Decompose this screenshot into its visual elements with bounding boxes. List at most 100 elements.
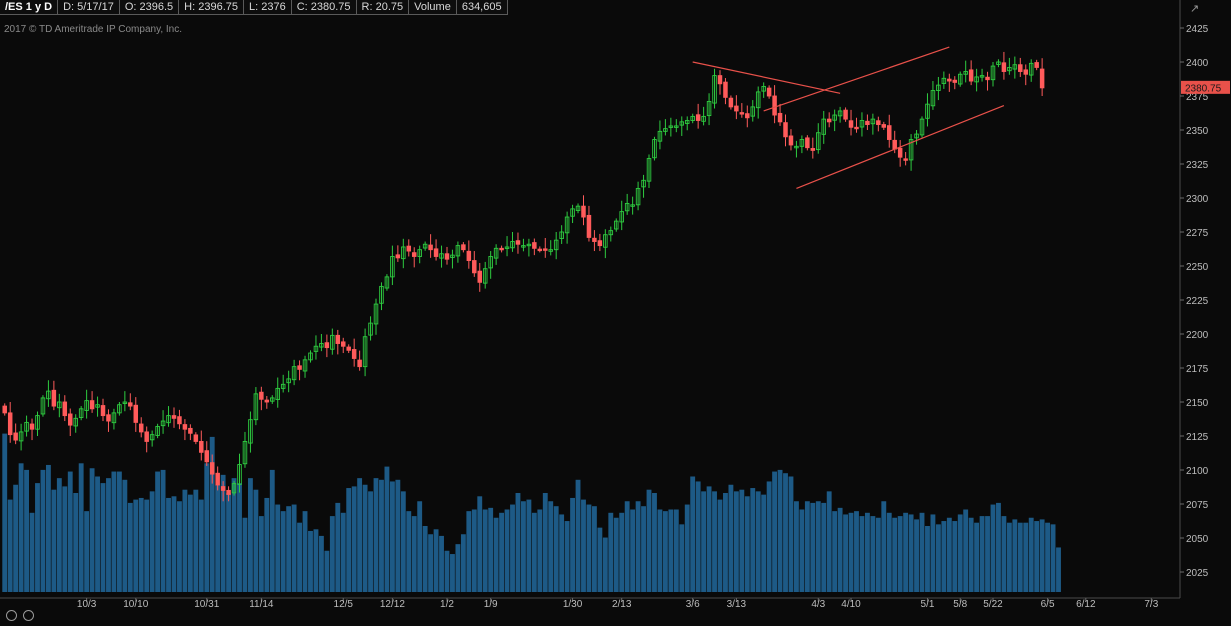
volume-bar <box>106 478 111 592</box>
candle <box>887 114 892 148</box>
candle <box>903 152 908 166</box>
candle <box>559 225 564 244</box>
candle <box>341 337 346 354</box>
candle <box>919 116 925 138</box>
candle <box>859 112 865 137</box>
volume-bar <box>384 466 390 592</box>
candle <box>728 95 734 110</box>
candle-body <box>515 240 521 245</box>
candle <box>816 123 821 154</box>
volume-bar <box>744 496 750 592</box>
candle-body <box>204 450 209 463</box>
candle <box>761 82 766 98</box>
candle <box>515 232 521 254</box>
volume-bar <box>963 509 969 592</box>
volume-bar <box>149 491 155 592</box>
candle <box>89 391 95 413</box>
volume-bar <box>13 484 19 592</box>
candle <box>968 60 974 86</box>
candle-body <box>13 432 18 441</box>
candle-body <box>810 148 816 151</box>
volume-bar <box>111 471 117 592</box>
volume-bar <box>89 468 95 592</box>
volume-bar <box>739 489 745 592</box>
candle <box>543 237 548 258</box>
candle-body <box>128 402 133 407</box>
candle <box>302 355 308 378</box>
candle <box>384 274 390 291</box>
candle <box>493 244 499 265</box>
volume-bar <box>1012 519 1018 592</box>
candle-body <box>428 244 433 251</box>
volume-bar <box>1056 547 1061 592</box>
candle <box>914 130 919 145</box>
candle-body <box>341 341 346 347</box>
candle <box>870 113 876 135</box>
volume-bar <box>761 494 767 592</box>
candle <box>745 105 750 128</box>
volume-bar <box>733 491 739 592</box>
candle <box>117 402 122 416</box>
candle <box>739 103 745 118</box>
volume-bar <box>908 514 914 592</box>
candle <box>242 431 248 468</box>
candle-body <box>346 346 351 351</box>
candle-body <box>411 252 417 257</box>
candle <box>182 419 188 441</box>
candle <box>843 107 848 122</box>
volume-bar <box>177 501 182 592</box>
volume-bar <box>433 529 439 592</box>
price-tick-label: 2425 <box>1186 24 1209 35</box>
candle-body <box>133 404 139 423</box>
candle <box>646 154 652 188</box>
candle-body <box>193 434 199 442</box>
candle-body <box>717 75 723 85</box>
candle-body <box>100 405 106 417</box>
price-tick-label: 2225 <box>1186 296 1209 307</box>
volume-bar <box>728 484 734 592</box>
volume-bar <box>133 499 139 592</box>
volume-bar <box>652 493 657 592</box>
price-tick-label: 2250 <box>1186 262 1209 273</box>
volume-bar <box>1028 517 1034 592</box>
candle <box>592 230 597 252</box>
volume-bar <box>657 509 663 592</box>
price-chart[interactable]: 2025 2050 2075 2100 2125 2150 2175 2200 2225 2250… <box>0 0 1231 616</box>
candle <box>439 245 444 268</box>
candle-body <box>264 399 270 403</box>
volume-bar <box>553 506 559 592</box>
volume-bar <box>428 534 434 592</box>
volume-bar <box>198 499 204 592</box>
candle-body <box>297 365 302 370</box>
candle <box>472 251 477 277</box>
candle <box>330 328 335 355</box>
candle <box>264 396 270 409</box>
volume-bar <box>308 530 313 592</box>
time-tick-label: 4/3 <box>811 599 825 610</box>
volume-bar <box>40 469 46 592</box>
price-tick-label: 2350 <box>1186 126 1209 137</box>
volume-bar <box>138 497 144 592</box>
volume-bar <box>750 488 756 592</box>
volume-bar <box>45 464 51 592</box>
expand-icon[interactable]: ↗ <box>1190 2 1206 16</box>
candle-body <box>543 248 548 251</box>
volume-bar <box>826 491 832 592</box>
candle <box>422 241 428 251</box>
candle <box>799 135 805 154</box>
price-tick-label: 2200 <box>1186 330 1209 341</box>
candle-body <box>739 112 745 115</box>
candle <box>73 414 78 433</box>
candle <box>996 59 1001 68</box>
volume-bar <box>701 491 707 592</box>
candle <box>346 344 351 354</box>
volume-bar <box>608 512 614 592</box>
candle-body <box>865 120 870 126</box>
volume-bar <box>67 471 73 592</box>
candle <box>357 350 362 371</box>
candle <box>24 415 29 437</box>
volume-bar <box>859 516 865 592</box>
volume-bar <box>794 501 799 592</box>
volume-bar <box>297 522 302 592</box>
time-tick-label: 5/8 <box>953 599 967 610</box>
